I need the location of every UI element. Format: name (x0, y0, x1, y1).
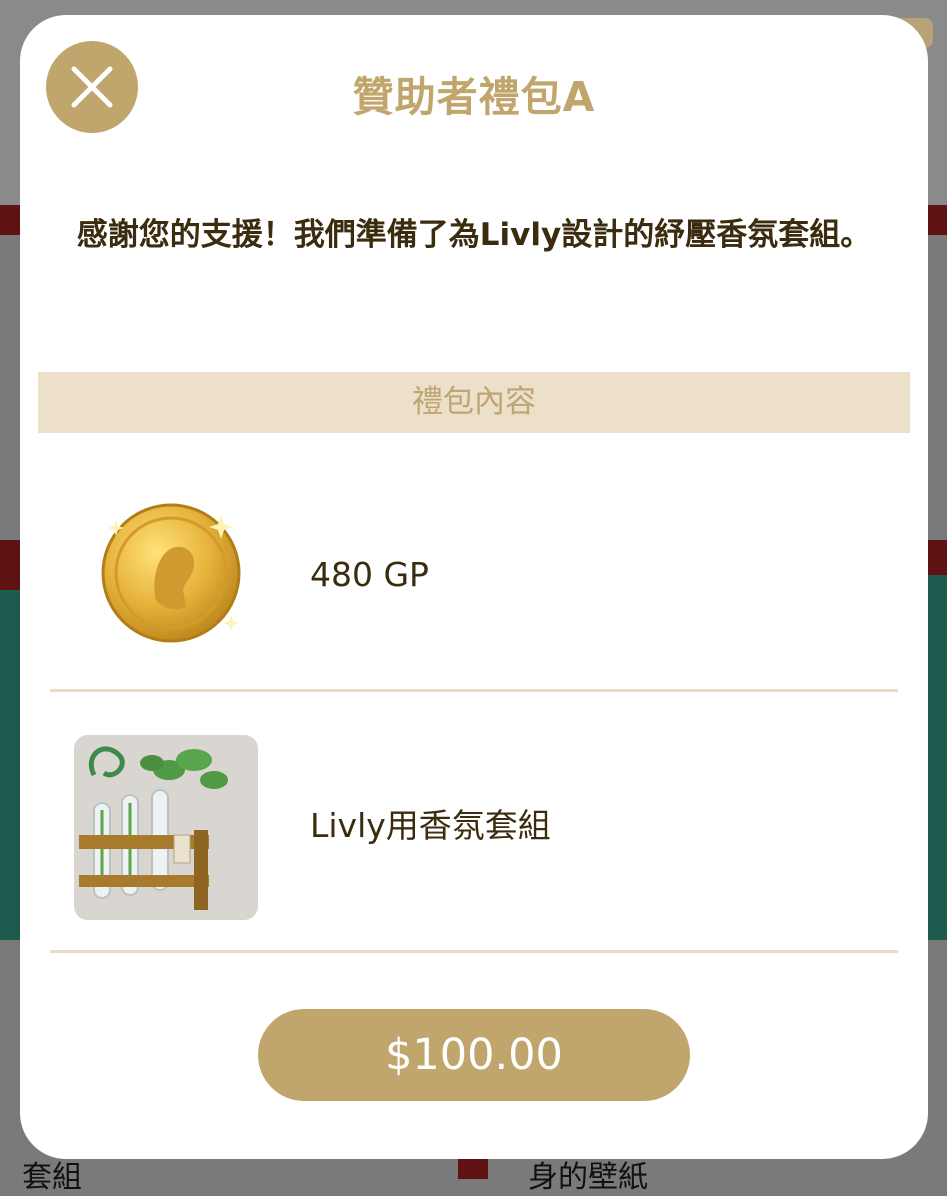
pack-item-gp: 480 GP (50, 485, 898, 692)
gold-coin-icon (101, 503, 241, 643)
purchase-button[interactable]: $100.00 (258, 1009, 690, 1101)
pack-item-label: Livly用香氛套組 (310, 806, 551, 845)
pack-contents-header: 禮包內容 (38, 372, 910, 433)
aroma-kit-icon (74, 735, 258, 920)
modal-description: 感謝您的支援！我們準備了為Livly設計的紓壓香氛套組。 (76, 217, 872, 253)
item-divider (50, 950, 898, 953)
pack-item-aroma-kit: Livly用香氛套組 (50, 715, 898, 953)
pack-item-label: 480 GP (310, 555, 429, 594)
sponsor-pack-modal: 贊助者禮包A 感謝您的支援！我們準備了為Livly設計的紓壓香氛套組。 禮包內容… (20, 15, 928, 1159)
modal-title: 贊助者禮包A (352, 73, 596, 121)
item-divider (50, 689, 898, 692)
